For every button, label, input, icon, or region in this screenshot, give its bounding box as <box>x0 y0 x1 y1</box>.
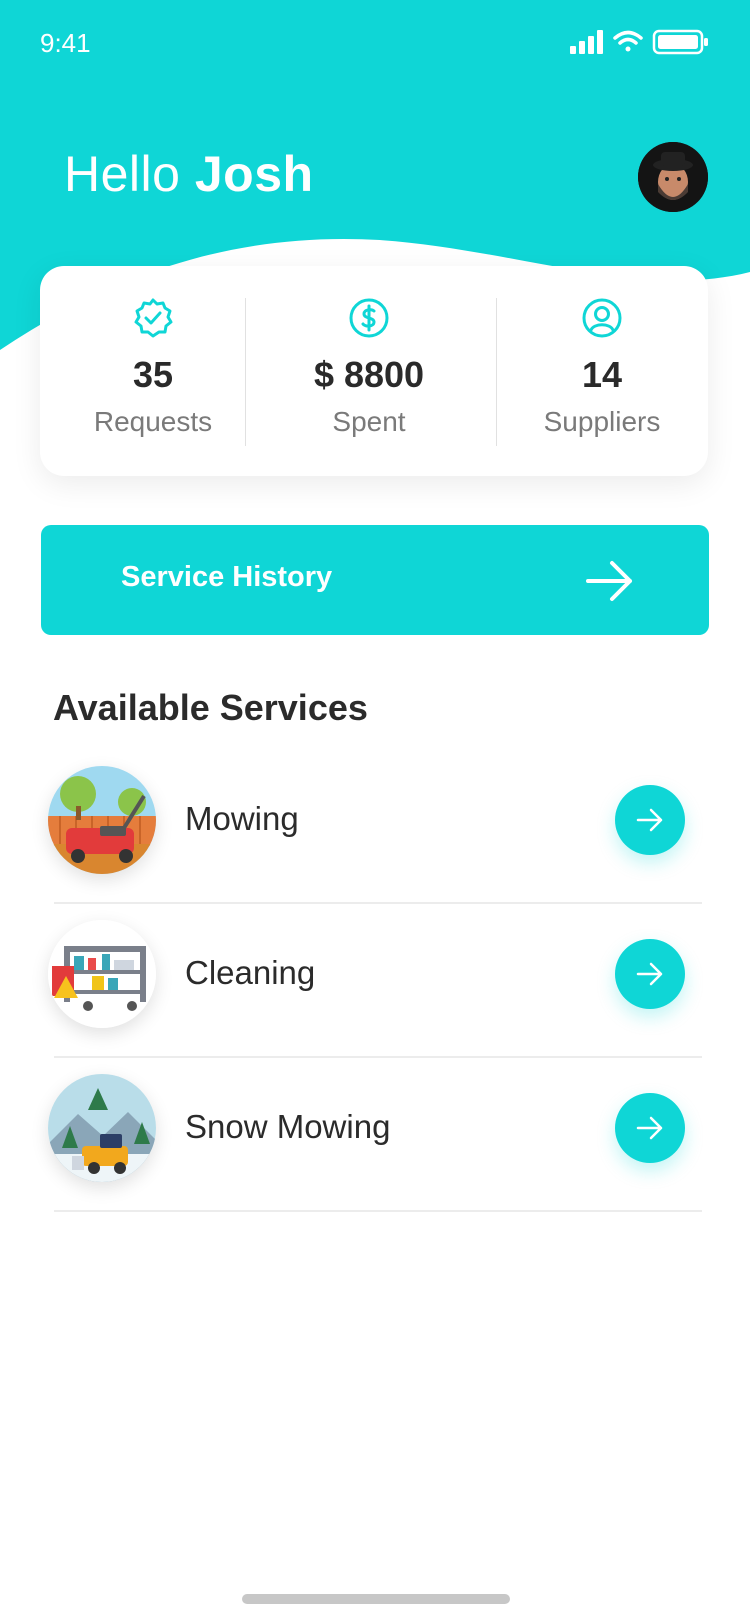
service-name: Snow Mowing <box>185 1108 391 1145</box>
service-name: Mowing <box>185 800 299 837</box>
user-name: Josh <box>194 146 314 202</box>
stat-label: Spent <box>332 406 406 437</box>
home-indicator[interactable] <box>242 1594 510 1604</box>
stat-suppliers: 14 Suppliers <box>496 266 708 476</box>
open-service-button[interactable] <box>615 939 685 1009</box>
arrow-right-icon <box>636 962 663 986</box>
section-title: Available Services <box>53 687 368 728</box>
arrow-right-icon <box>636 808 663 832</box>
stat-value: 35 <box>132 354 174 395</box>
service-item-mowing[interactable]: Mowing <box>48 750 702 904</box>
service-history-button[interactable]: Service History <box>41 525 709 635</box>
service-name: Cleaning <box>185 954 316 991</box>
arrow-right-icon <box>636 1116 663 1140</box>
greeting: Hello Josh <box>64 145 314 203</box>
status-time: 9:41 <box>40 28 91 58</box>
stat-requests: 35 Requests <box>40 266 266 476</box>
service-item-snow-mowing[interactable]: Snow Mowing <box>48 1058 702 1212</box>
signal-icon <box>570 30 603 54</box>
open-service-button[interactable] <box>615 785 685 855</box>
stat-value: 14 <box>581 354 623 395</box>
divider <box>54 1210 702 1212</box>
lawn-mower-icon <box>48 766 156 874</box>
stat-spent: $ 8800 Spent <box>245 266 493 476</box>
stat-value: $ 8800 <box>313 354 425 395</box>
user-circle-icon <box>580 296 624 340</box>
stat-label: Requests <box>93 406 213 437</box>
service-history-label: Service History <box>121 561 333 593</box>
arrow-right-icon <box>586 561 632 601</box>
wifi-icon <box>613 30 643 52</box>
cleaning-cart-icon <box>48 920 156 1028</box>
stats-card: 35 Requests $ 8800 Spent 14 Suppliers <box>40 266 708 476</box>
battery-icon <box>652 29 708 55</box>
greeting-prefix: Hello <box>64 146 181 202</box>
snow-plow-icon <box>48 1074 156 1182</box>
service-item-cleaning[interactable]: Cleaning <box>48 904 702 1058</box>
avatar[interactable] <box>638 142 708 212</box>
stat-label: Suppliers <box>543 406 661 437</box>
check-badge-icon <box>131 296 175 340</box>
dollar-icon <box>347 296 391 340</box>
open-service-button[interactable] <box>615 1093 685 1163</box>
status-icons <box>570 28 710 56</box>
